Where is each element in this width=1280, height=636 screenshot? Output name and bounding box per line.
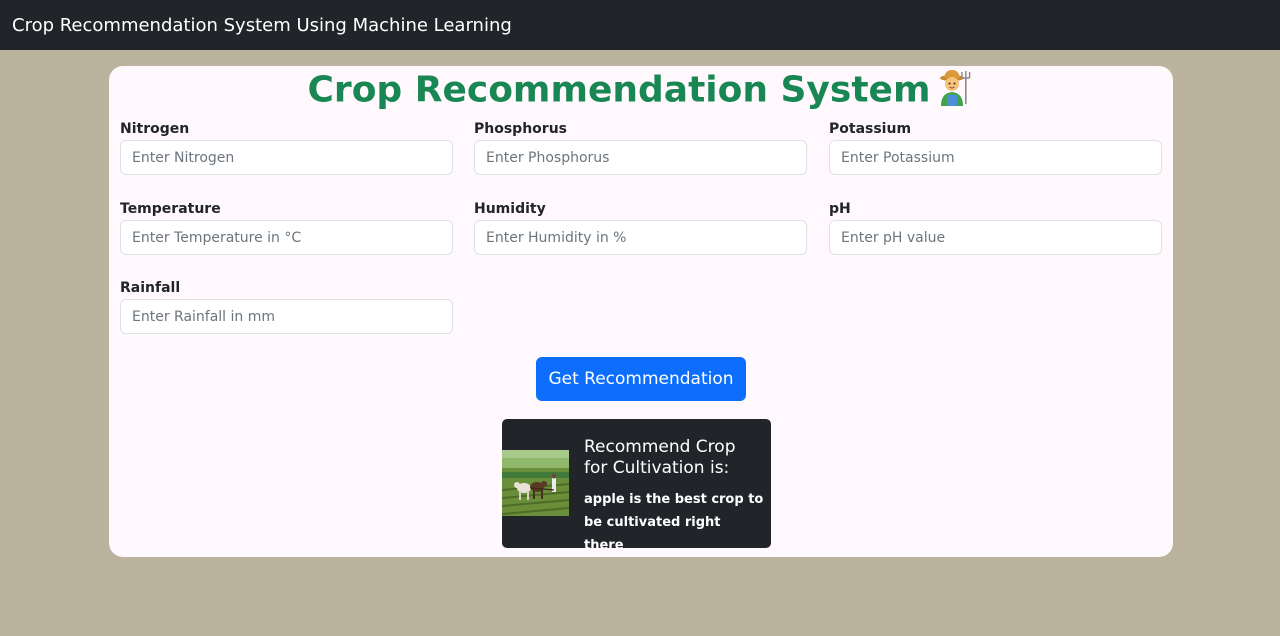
humidity-field-group: Humidity [474, 198, 807, 255]
ph-input[interactable] [829, 220, 1162, 255]
temperature-label: Temperature [120, 201, 221, 217]
farmer-emoji-icon [936, 68, 972, 115]
ph-label: pH [829, 201, 851, 217]
page-title: Crop Recommendation System [0, 68, 1280, 115]
nitrogen-label: Nitrogen [120, 121, 190, 137]
result-title: Recommend Crop for Cultivation is: [584, 437, 736, 478]
nitrogen-input[interactable] [120, 140, 453, 175]
humidity-label: Humidity [474, 201, 546, 217]
phosphorus-label: Phosphorus [474, 121, 567, 137]
navbar-brand[interactable]: Crop Recommendation System Using Machine… [12, 15, 512, 36]
nitrogen-field-group: Nitrogen [120, 118, 453, 175]
potassium-field-group: Potassium [829, 118, 1162, 175]
navbar: Crop Recommendation System Using Machine… [0, 0, 1280, 50]
phosphorus-input[interactable] [474, 140, 807, 175]
page-title-text: Crop Recommendation System [307, 69, 931, 111]
farmer-plowing-field-image [502, 450, 570, 516]
rainfall-input[interactable] [120, 299, 453, 334]
potassium-label: Potassium [829, 121, 912, 137]
potassium-input[interactable] [829, 140, 1162, 175]
result-text: apple is the best crop to be cultivated … [584, 492, 764, 548]
humidity-input[interactable] [474, 220, 807, 255]
ph-field-group: pH [829, 198, 1162, 255]
temperature-field-group: Temperature [120, 198, 453, 255]
phosphorus-field-group: Phosphorus [474, 118, 807, 175]
get-recommendation-button[interactable]: Get Recommendation [536, 357, 746, 401]
rainfall-field-group: Rainfall [120, 277, 453, 334]
result-card: Recommend Crop for Cultivation is: apple… [502, 419, 771, 548]
temperature-input[interactable] [120, 220, 453, 255]
rainfall-label: Rainfall [120, 280, 181, 296]
